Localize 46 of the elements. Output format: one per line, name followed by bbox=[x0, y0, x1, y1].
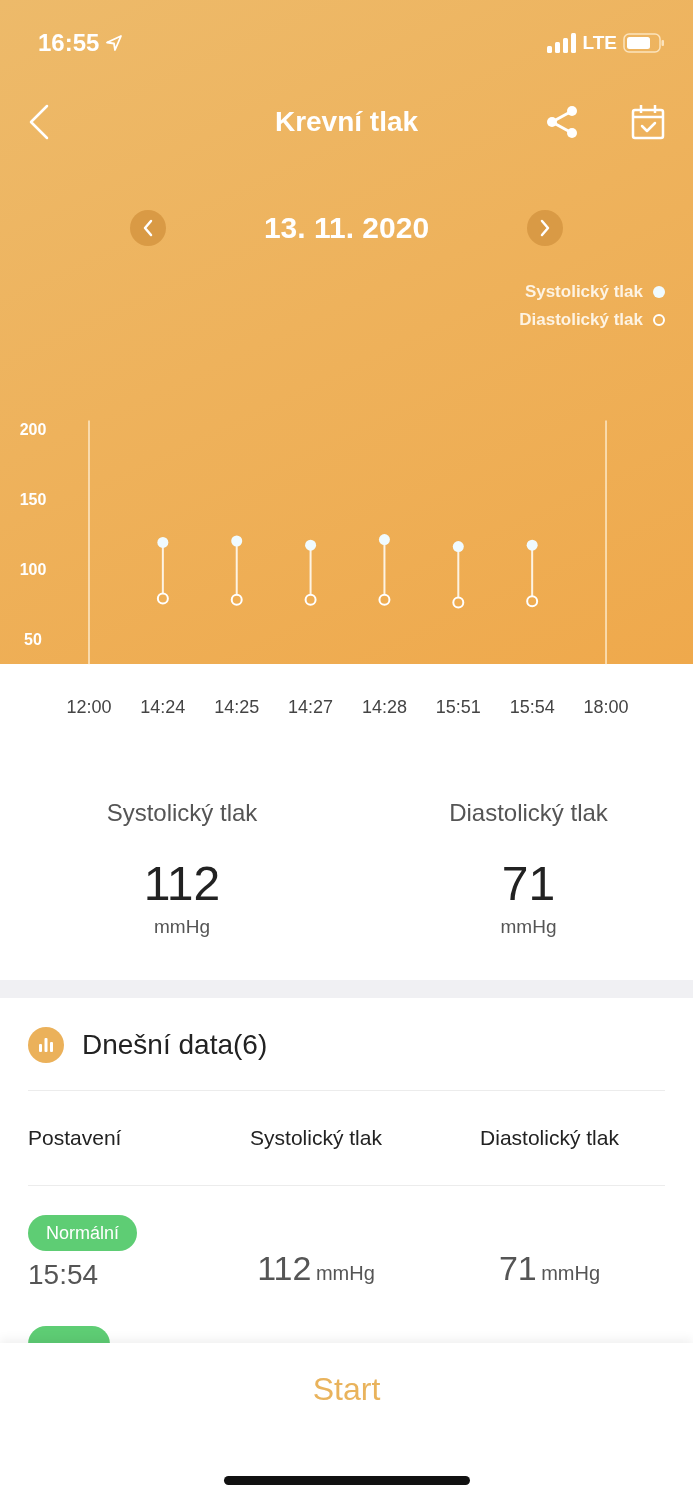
x-tick-label: 12:00 bbox=[66, 697, 112, 717]
bar-chart-icon bbox=[28, 1027, 64, 1063]
location-arrow-icon bbox=[105, 34, 124, 52]
column-header: Postavení bbox=[28, 1126, 122, 1149]
x-tick-label: 14:28 bbox=[361, 697, 407, 717]
x-tick-label: 15:51 bbox=[435, 697, 481, 717]
page-title: Krevní tlak bbox=[274, 106, 419, 137]
x-tick-label: 15:54 bbox=[509, 697, 555, 717]
measurement-time: 15:54 bbox=[28, 1259, 99, 1290]
stat-unit: mmHg bbox=[500, 915, 557, 939]
back-icon[interactable] bbox=[28, 104, 50, 140]
network-label: LTE bbox=[582, 32, 617, 54]
chevron-right-icon bbox=[539, 219, 551, 237]
y-tick-label: 50 bbox=[24, 631, 42, 648]
systolic-value: 112 bbox=[257, 1249, 312, 1287]
section-title: Dnešní data(6) bbox=[82, 1029, 268, 1061]
x-tick-label: 14:27 bbox=[288, 697, 334, 717]
y-tick-label: 150 bbox=[19, 491, 47, 508]
legend-label: Systolický tlak bbox=[524, 282, 643, 302]
battery-icon bbox=[623, 33, 665, 53]
calendar-icon[interactable] bbox=[631, 104, 665, 140]
chevron-left-icon bbox=[142, 219, 154, 237]
next-day-button[interactable] bbox=[527, 210, 563, 246]
y-tick-label: 100 bbox=[19, 561, 47, 578]
stat-unit: mmHg bbox=[154, 915, 210, 939]
date-label: 13. 11. 2020 bbox=[262, 211, 431, 245]
column-header: Systolický tlak bbox=[250, 1126, 382, 1149]
unit-label: mmHg bbox=[541, 1262, 601, 1284]
status-time: 16:55 bbox=[38, 29, 100, 57]
start-button[interactable]: Start bbox=[308, 1371, 385, 1408]
stat-value: 71 bbox=[501, 856, 556, 912]
legend-label: Diastolický tlak bbox=[519, 310, 643, 330]
unit-label: mmHg bbox=[315, 1262, 375, 1284]
stat-value: 112 bbox=[143, 856, 221, 912]
stat-label: Systolický tlak bbox=[106, 798, 258, 828]
x-tick-label: 18:00 bbox=[583, 697, 629, 717]
column-header: Diastolický tlak bbox=[480, 1126, 619, 1149]
previous-day-button[interactable] bbox=[130, 210, 166, 246]
diastolic-value: 71 bbox=[498, 1249, 537, 1287]
stat-label: Diastolický tlak bbox=[449, 798, 608, 828]
signal-icon bbox=[546, 33, 577, 53]
x-tick-label: 14:24 bbox=[140, 697, 186, 717]
status-badge: Normální bbox=[28, 1215, 138, 1251]
x-tick-label: 14:25 bbox=[214, 697, 260, 717]
y-tick-label: 200 bbox=[19, 421, 47, 438]
share-icon[interactable] bbox=[545, 105, 579, 139]
